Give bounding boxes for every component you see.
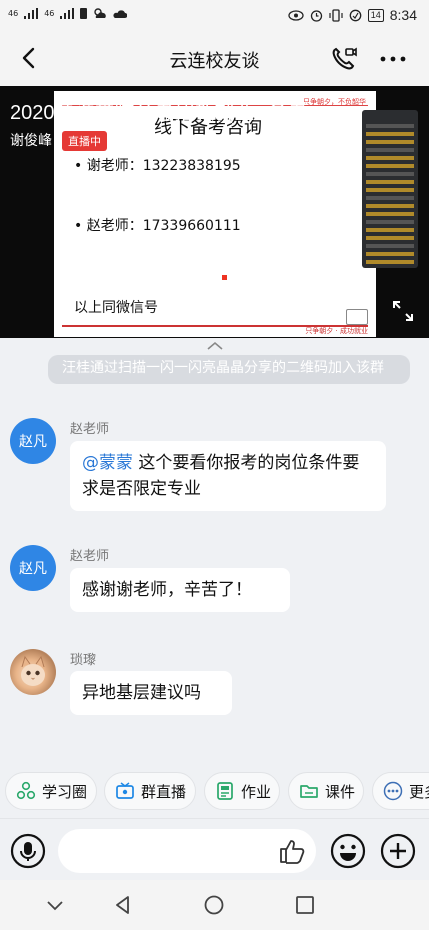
- message-bubble[interactable]: @蒙蒙 这个要看你报考的岗位条件要求是否限定专业: [70, 441, 386, 511]
- chevron-up-icon[interactable]: [206, 341, 224, 351]
- video-call-icon[interactable]: [330, 46, 358, 72]
- system-message: 汪桂通过扫描一闪一闪亮晶晶分享的二维码加入该群: [48, 355, 410, 384]
- sender-name: 琐瓈: [70, 653, 97, 668]
- chip-more[interactable]: 更多: [372, 772, 429, 810]
- avatar[interactable]: [10, 649, 56, 695]
- chip-label: 作业: [241, 782, 272, 801]
- message-input-bar: [0, 818, 429, 880]
- chip-homework[interactable]: 作业: [204, 772, 280, 810]
- slide-contact-1: • 谢老师：13223838195: [74, 158, 241, 174]
- add-attachment-icon[interactable]: [380, 833, 416, 869]
- chip-label: 群直播: [141, 782, 187, 801]
- signal-icon: [24, 8, 39, 19]
- message-text: 感谢谢老师，辛苦了！: [82, 580, 252, 600]
- streamer-name: 谢俊峰: [10, 133, 52, 149]
- message-text: 异地基层建议吗: [82, 683, 201, 703]
- chip-group-live[interactable]: 群直播: [104, 772, 196, 810]
- stream-banner: 2020黄淮学院公考招教就业--备考: [10, 102, 308, 124]
- eye-icon: [288, 9, 304, 21]
- chat-title: 云连校友谈: [169, 51, 260, 72]
- cloud-icon: [113, 9, 128, 18]
- more-dots-icon: [383, 781, 403, 801]
- alarm-icon: [310, 9, 322, 22]
- slide-top-note: 只争朝夕，不负韶华: [303, 98, 366, 106]
- sender-name: 赵老师: [70, 422, 110, 437]
- more-options-icon[interactable]: [378, 46, 408, 72]
- emoji-icon[interactable]: [330, 833, 366, 869]
- cat-avatar-icon: [21, 655, 45, 686]
- folder-icon: [300, 785, 318, 798]
- chip-label: 更多: [409, 782, 429, 801]
- presenter-thumbnail: [346, 309, 368, 325]
- signal-label-1: 46: [8, 9, 19, 18]
- weather-icon: [94, 8, 107, 18]
- signal-icon-2: [60, 8, 75, 19]
- live-tv-icon: [116, 782, 134, 799]
- signal-label-2: 46: [44, 9, 55, 18]
- avatar[interactable]: 赵凡: [10, 545, 56, 591]
- chip-label: 课件: [325, 782, 356, 801]
- nav-home-icon[interactable]: [203, 894, 225, 916]
- sender-name: 赵老师: [70, 549, 110, 564]
- slide-footer: 以上同微信号: [74, 300, 158, 316]
- homework-icon: [217, 782, 233, 800]
- fullscreen-icon[interactable]: [392, 300, 414, 322]
- nav-hide-keyboard-icon[interactable]: [44, 894, 66, 916]
- live-badge: 直播中: [62, 131, 107, 151]
- status-time: 8:34: [389, 7, 417, 23]
- message-bubble[interactable]: 感谢谢老师，辛苦了！: [70, 568, 290, 612]
- slide-frame: 只争朝夕，不负韶华 线下备考咨询 直播中 • 谢老师：13223838195 •…: [54, 91, 376, 337]
- avatar[interactable]: 赵凡: [10, 418, 56, 464]
- chat-header: 云连校友谈: [0, 32, 429, 86]
- message-bubble[interactable]: 异地基层建议吗: [70, 671, 232, 715]
- learning-circle-icon: [16, 781, 36, 800]
- chip-learning-circle[interactable]: 学习圈: [5, 772, 97, 810]
- nav-back-icon[interactable]: [112, 894, 134, 916]
- status-bar: 46 46 14 8:34: [0, 0, 429, 32]
- system-nav-bar: [0, 880, 429, 930]
- screen-share-panel: [362, 110, 418, 268]
- thumbs-up-icon[interactable]: [278, 837, 306, 865]
- vibrate-icon: [329, 8, 343, 22]
- nav-recents-icon[interactable]: [294, 894, 316, 916]
- battery-icon: 14: [367, 8, 384, 22]
- mention-link[interactable]: @蒙蒙: [82, 453, 133, 473]
- data-saver-icon: [349, 9, 362, 21]
- voice-input-icon[interactable]: [10, 833, 46, 869]
- live-video[interactable]: 只争朝夕，不负韶华 线下备考咨询 直播中 • 谢老师：13223838195 •…: [0, 86, 429, 338]
- sim-icon: [80, 8, 88, 19]
- slide-contact-2: • 赵老师：17339660111: [74, 218, 241, 234]
- chip-courseware[interactable]: 课件: [288, 772, 364, 810]
- quick-actions-bar: 学习圈 群直播 作业 课件 更多: [0, 772, 429, 812]
- chip-label: 学习圈: [42, 782, 88, 801]
- pointer-dot: [222, 275, 227, 280]
- slide-bottom-note: 只争朝夕 · 成功就业: [305, 327, 368, 335]
